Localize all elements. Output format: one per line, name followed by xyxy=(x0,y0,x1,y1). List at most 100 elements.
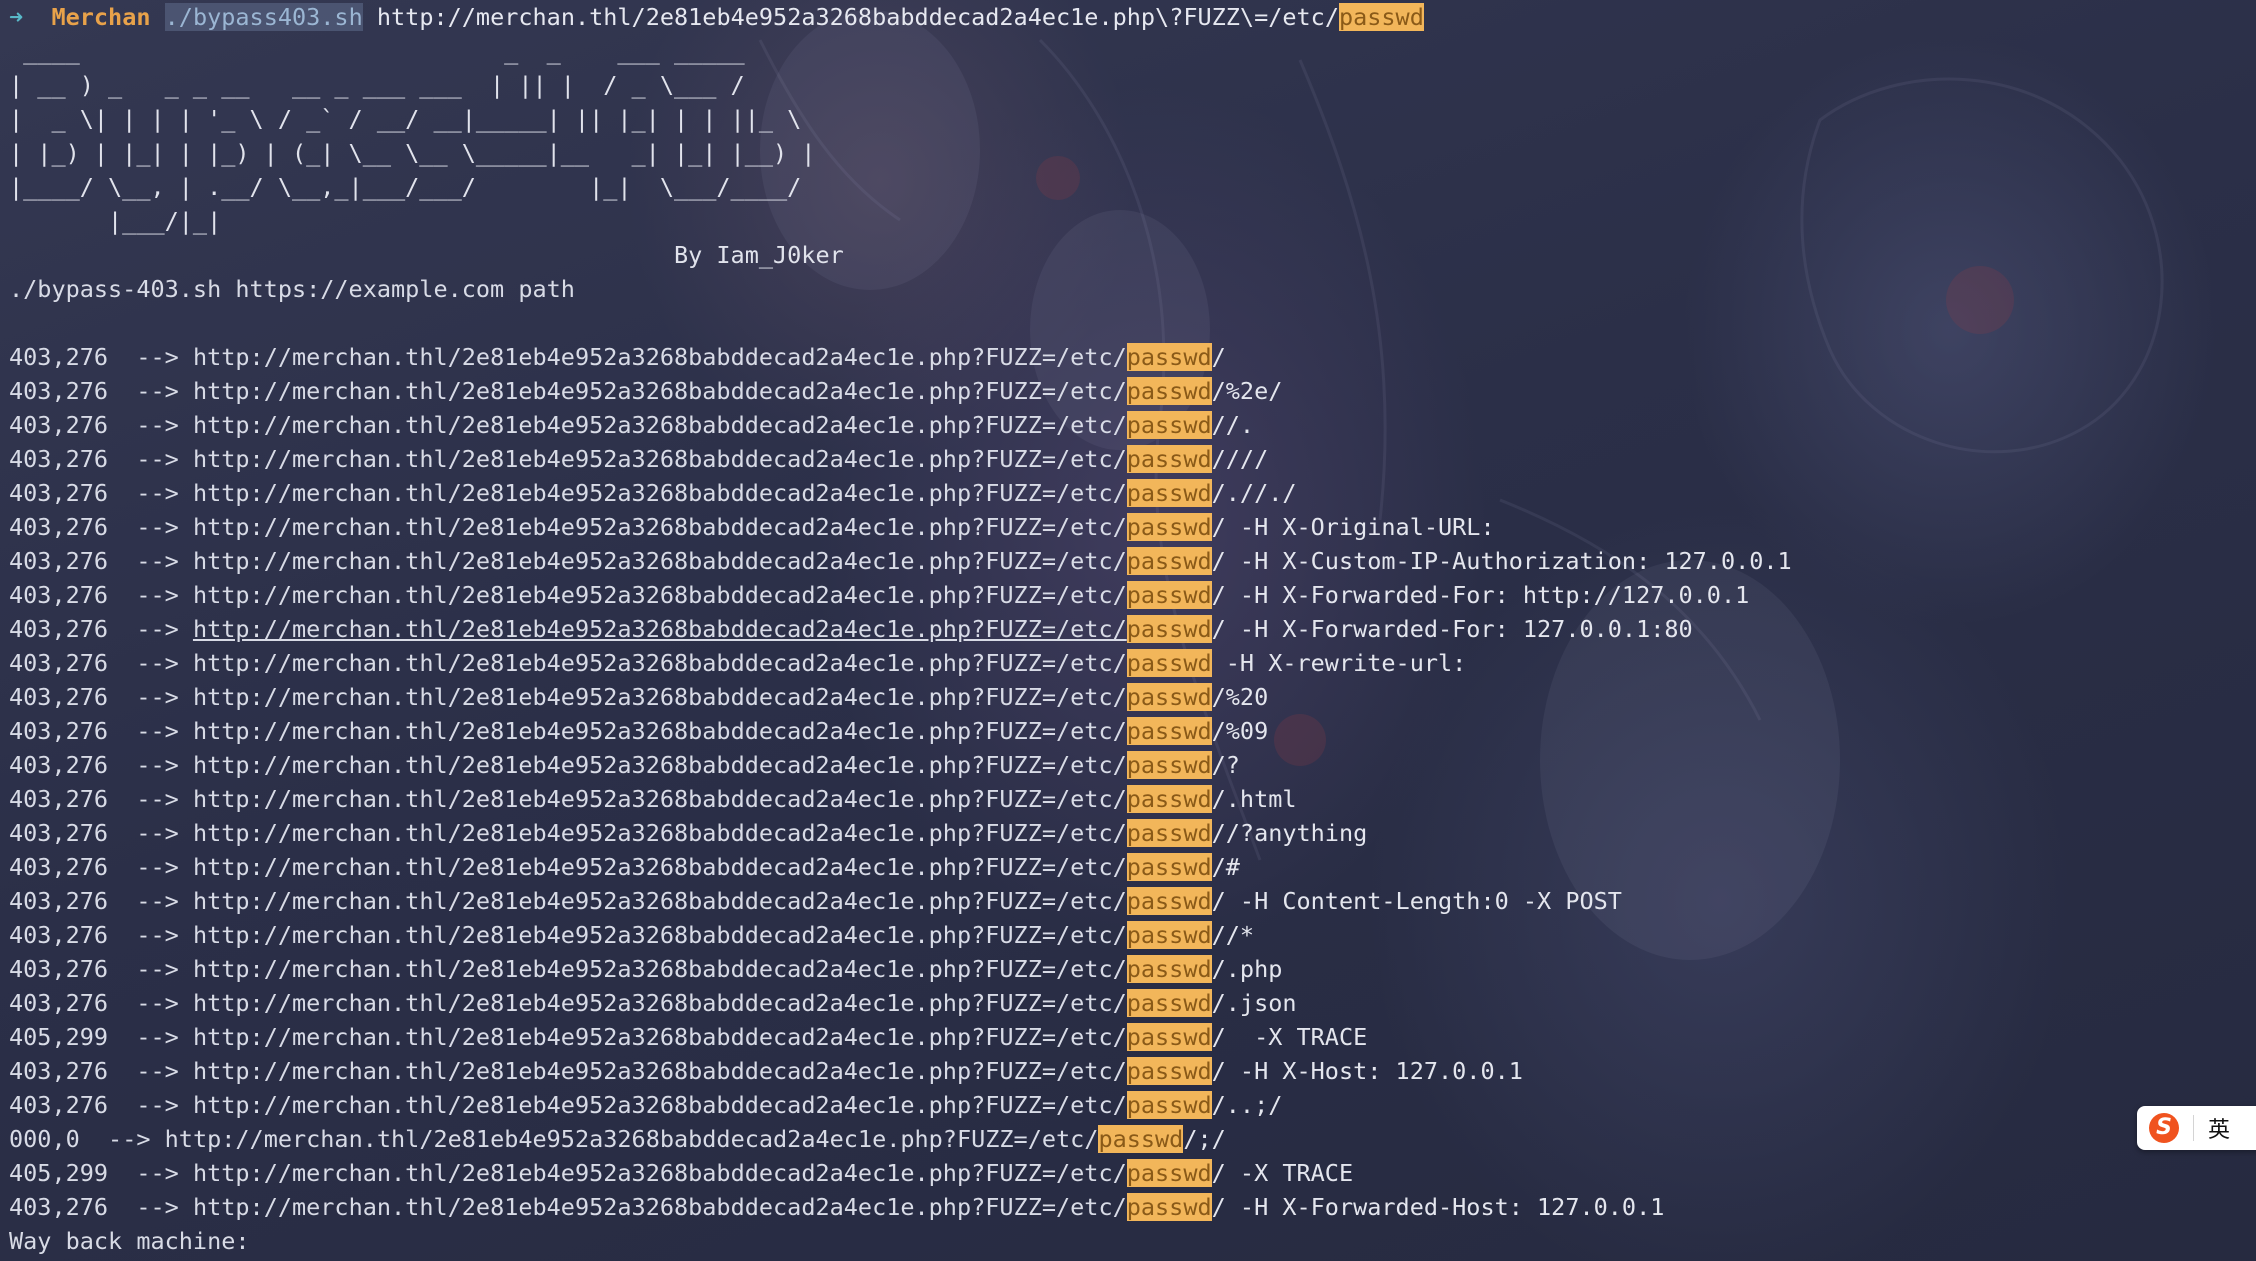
search-highlight: passwd xyxy=(1126,955,1212,983)
arrow-text: --> xyxy=(136,377,179,405)
status-code: 403,276 xyxy=(9,819,109,847)
arrow-text: --> xyxy=(136,1023,179,1051)
result-url[interactable]: http://merchan.thl/2e81eb4e952a3268babdd… xyxy=(165,1125,1099,1153)
search-highlight: passwd xyxy=(1126,615,1212,643)
result-row: 403,276 --> http://merchan.thl/2e81eb4e9… xyxy=(9,714,2256,748)
result-url[interactable]: http://merchan.thl/2e81eb4e952a3268babdd… xyxy=(193,853,1127,881)
status-code: 403,276 xyxy=(9,615,109,643)
payload-suffix: /.html xyxy=(1211,785,1297,813)
arrow-text: --> xyxy=(136,1057,179,1085)
result-url[interactable]: http://merchan.thl/2e81eb4e952a3268babdd… xyxy=(193,343,1127,371)
status-code: 403,276 xyxy=(9,989,109,1017)
result-url[interactable]: http://merchan.thl/2e81eb4e952a3268babdd… xyxy=(193,717,1127,745)
status-code: 403,276 xyxy=(9,1193,109,1221)
ime-language-toggle[interactable]: 英 xyxy=(2208,1112,2230,1144)
result-row: 403,276 --> http://merchan.thl/2e81eb4e9… xyxy=(9,340,2256,374)
terminal-window[interactable]: ➜ Merchan ./bypass403.sh http://merchan.… xyxy=(0,0,2256,1261)
result-url[interactable]: http://merchan.thl/2e81eb4e952a3268babdd… xyxy=(193,1091,1127,1119)
result-url[interactable]: http://merchan.thl/2e81eb4e952a3268babdd… xyxy=(193,1159,1127,1187)
banner-line: ____ _ _ ___ _____ xyxy=(9,37,745,65)
search-highlight: passwd xyxy=(1126,1193,1212,1221)
result-url[interactable]: http://merchan.thl/2e81eb4e952a3268babdd… xyxy=(193,445,1127,473)
search-highlight: passwd xyxy=(1126,479,1212,507)
result-row: 403,276 --> http://merchan.thl/2e81eb4e9… xyxy=(9,476,2256,510)
result-url[interactable]: http://merchan.thl/2e81eb4e952a3268babdd… xyxy=(193,547,1127,575)
command-script: ./bypass403.sh xyxy=(164,3,363,31)
payload-suffix: //// xyxy=(1211,445,1269,473)
payload-suffix: / -H X-Forwarded-For: http://127.0.0.1 xyxy=(1211,581,1750,609)
sogou-logo-icon[interactable]: S xyxy=(2149,1113,2179,1143)
result-row: 405,299 --> http://merchan.thl/2e81eb4e9… xyxy=(9,1156,2256,1190)
status-code: 403,276 xyxy=(9,683,109,711)
result-row: 403,276 --> http://merchan.thl/2e81eb4e9… xyxy=(9,374,2256,408)
result-url[interactable]: http://merchan.thl/2e81eb4e952a3268babdd… xyxy=(193,751,1127,779)
result-row: 403,276 --> http://merchan.thl/2e81eb4e9… xyxy=(9,850,2256,884)
status-code: 403,276 xyxy=(9,479,109,507)
arrow-text: --> xyxy=(108,1125,151,1153)
result-row: 403,276 --> http://merchan.thl/2e81eb4e9… xyxy=(9,612,2256,646)
result-url[interactable]: http://merchan.thl/2e81eb4e952a3268babdd… xyxy=(193,377,1127,405)
result-url[interactable]: http://merchan.thl/2e81eb4e952a3268babdd… xyxy=(193,683,1127,711)
command-url: http://merchan.thl/2e81eb4e952a3268babdd… xyxy=(376,3,1339,31)
search-highlight: passwd xyxy=(1126,411,1212,439)
arrow-text: --> xyxy=(136,547,179,575)
result-url[interactable]: http://merchan.thl/2e81eb4e952a3268babdd… xyxy=(193,1193,1127,1221)
result-url[interactable]: http://merchan.thl/2e81eb4e952a3268babdd… xyxy=(193,581,1127,609)
results-list: 403,276 --> http://merchan.thl/2e81eb4e9… xyxy=(9,340,2256,1224)
search-highlight: passwd xyxy=(1126,1023,1212,1051)
payload-suffix: //?anything xyxy=(1211,819,1368,847)
status-code: 405,299 xyxy=(9,1023,109,1051)
result-row: 403,276 --> http://merchan.thl/2e81eb4e9… xyxy=(9,884,2256,918)
result-url[interactable]: http://merchan.thl/2e81eb4e952a3268babdd… xyxy=(193,785,1127,813)
result-row: 403,276 --> http://merchan.thl/2e81eb4e9… xyxy=(9,408,2256,442)
banner-line: |____/ \__, | .__/ \__,_|___/___/ |_| \_… xyxy=(9,173,802,201)
status-code: 405,299 xyxy=(9,1159,109,1187)
status-code: 403,276 xyxy=(9,751,109,779)
terminal-output[interactable]: ➜ Merchan ./bypass403.sh http://merchan.… xyxy=(9,0,2256,1261)
arrow-text: --> xyxy=(136,887,179,915)
result-url[interactable]: http://merchan.thl/2e81eb4e952a3268babdd… xyxy=(193,921,1127,949)
result-row: 403,276 --> http://merchan.thl/2e81eb4e9… xyxy=(9,782,2256,816)
result-url[interactable]: http://merchan.thl/2e81eb4e952a3268babdd… xyxy=(193,513,1127,541)
payload-suffix: /%20 xyxy=(1211,683,1269,711)
payload-suffix: /? xyxy=(1211,751,1240,779)
payload-suffix: / -H X-Forwarded-For: 127.0.0.1:80 xyxy=(1211,615,1693,643)
result-url[interactable]: http://merchan.thl/2e81eb4e952a3268babdd… xyxy=(193,819,1127,847)
result-row: 403,276 --> http://merchan.thl/2e81eb4e9… xyxy=(9,952,2256,986)
result-row: 403,276 --> http://merchan.thl/2e81eb4e9… xyxy=(9,510,2256,544)
result-url[interactable]: http://merchan.thl/2e81eb4e952a3268babdd… xyxy=(193,887,1127,915)
payload-suffix: / xyxy=(1211,343,1226,371)
ascii-banner: ____ _ _ ___ _____ | __ ) _ _ _ __ __ _ _… xyxy=(9,34,2256,272)
result-url[interactable]: http://merchan.thl/2e81eb4e952a3268babdd… xyxy=(193,1057,1127,1085)
banner-line: | __ ) _ _ _ __ __ _ ___ ___ | || | / _ … xyxy=(9,71,745,99)
status-code: 403,276 xyxy=(9,921,109,949)
payload-suffix: /# xyxy=(1211,853,1240,881)
arrow-text: --> xyxy=(136,615,179,643)
result-url[interactable]: http://merchan.thl/2e81eb4e952a3268babdd… xyxy=(193,1023,1127,1051)
status-code: 403,276 xyxy=(9,955,109,983)
banner-line: By Iam_J0ker xyxy=(9,241,844,269)
payload-suffix: / -H X-Forwarded-Host: 127.0.0.1 xyxy=(1211,1193,1665,1221)
result-url[interactable]: http://merchan.thl/2e81eb4e952a3268babdd… xyxy=(193,615,1127,643)
status-code: 403,276 xyxy=(9,445,109,473)
result-url[interactable]: http://merchan.thl/2e81eb4e952a3268babdd… xyxy=(193,411,1127,439)
arrow-text: --> xyxy=(136,853,179,881)
status-code: 000,0 xyxy=(9,1125,80,1153)
result-url[interactable]: http://merchan.thl/2e81eb4e952a3268babdd… xyxy=(193,955,1127,983)
ime-toolbar[interactable]: S 英 • xyxy=(2137,1106,2256,1150)
result-row: 403,276 --> http://merchan.thl/2e81eb4e9… xyxy=(9,1054,2256,1088)
status-code: 403,276 xyxy=(9,513,109,541)
result-url[interactable]: http://merchan.thl/2e81eb4e952a3268babdd… xyxy=(193,479,1127,507)
arrow-text: --> xyxy=(136,1091,179,1119)
payload-suffix: //* xyxy=(1211,921,1255,949)
result-url[interactable]: http://merchan.thl/2e81eb4e952a3268babdd… xyxy=(193,989,1127,1017)
payload-suffix: /.php xyxy=(1211,955,1283,983)
search-highlight: passwd xyxy=(1338,3,1424,31)
search-highlight: passwd xyxy=(1126,853,1212,881)
search-highlight: passwd xyxy=(1126,581,1212,609)
result-row: 403,276 --> http://merchan.thl/2e81eb4e9… xyxy=(9,680,2256,714)
banner-line: | _ \| | | | '_ \ / _` / __/ __|_____| |… xyxy=(9,105,802,133)
result-url[interactable]: http://merchan.thl/2e81eb4e952a3268babdd… xyxy=(193,649,1127,677)
arrow-text: --> xyxy=(136,649,179,677)
arrow-text: --> xyxy=(136,785,179,813)
